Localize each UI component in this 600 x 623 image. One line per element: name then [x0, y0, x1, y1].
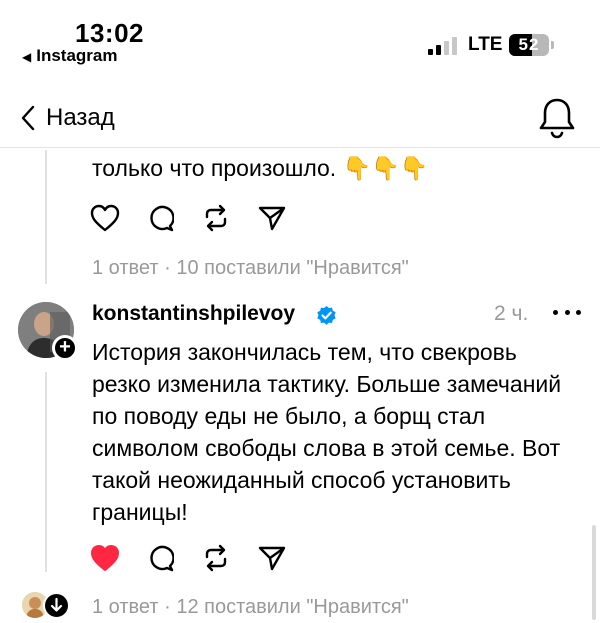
arrow-down-icon	[50, 597, 63, 612]
back-label: Назад	[46, 104, 115, 131]
thread-line-top	[45, 150, 47, 284]
scrollbar[interactable]	[592, 525, 596, 620]
repost-button[interactable]	[202, 200, 258, 236]
share-button[interactable]	[258, 200, 314, 236]
username-link[interactable]: konstantinshpilevoy	[92, 302, 295, 326]
follow-plus-button[interactable]: +	[52, 335, 78, 361]
reply-text: История закончилась тем, что свекровь ре…	[92, 336, 561, 528]
status-bar: 13:02 ◀ Instagram LTE 52	[0, 0, 600, 80]
like-button-active[interactable]	[90, 540, 146, 576]
reply-text-line: по поводу еды не было, а борщ стал	[92, 403, 486, 429]
expand-replies-button[interactable]	[43, 592, 70, 619]
repost-icon	[205, 544, 227, 572]
back-triangle-icon: ◀	[22, 50, 32, 64]
cellular-signal-icon	[428, 37, 458, 55]
network-type: LTE	[468, 34, 503, 55]
bell-icon[interactable]	[537, 96, 577, 140]
heart-icon	[90, 204, 120, 232]
back-to-app-link[interactable]: ◀ Instagram	[22, 46, 117, 66]
repost-icon	[205, 204, 227, 232]
comment-bubble-icon	[150, 205, 174, 232]
reply-text-line: резко изменила тактику. Больше замечаний	[92, 371, 562, 397]
chevron-left-icon	[21, 105, 35, 131]
verified-badge-icon	[317, 305, 336, 325]
send-icon	[258, 206, 286, 231]
post-time: 2 ч.	[494, 302, 529, 325]
battery-tip	[551, 41, 554, 49]
battery-level: 52	[518, 35, 540, 54]
status-time: 13:02	[75, 18, 144, 48]
battery-icon: 52	[509, 34, 549, 56]
more-dots-icon[interactable]	[553, 300, 581, 324]
back-button[interactable]: Назад	[20, 98, 115, 138]
previous-post-text: только что произошло. 👇👇👇	[92, 155, 429, 181]
heart-icon	[91, 545, 119, 571]
reply-text-line: символом свободы слова в этой семье. Вот	[92, 435, 561, 461]
repost-button[interactable]	[202, 540, 258, 576]
comment-bubble-icon	[150, 545, 174, 572]
reply-text-line: История закончилась тем, что свекровь	[92, 339, 517, 365]
like-button[interactable]	[90, 200, 146, 236]
reply-actions	[90, 540, 314, 576]
navigation-bar: Назад	[0, 88, 600, 148]
previous-post-meta[interactable]: 1 ответ · 10 поставили "Нравится"	[92, 257, 409, 280]
comment-button[interactable]	[146, 200, 202, 236]
send-icon	[258, 546, 286, 571]
reply-text-line: такой неожиданный способ установить	[92, 467, 511, 493]
thread-line-reply	[45, 372, 47, 572]
previous-post-actions	[90, 200, 314, 236]
share-button[interactable]	[258, 540, 314, 576]
comment-button[interactable]	[146, 540, 202, 576]
back-app-label: Instagram	[36, 46, 118, 65]
reply-text-line: границы!	[92, 499, 188, 525]
reply-meta[interactable]: 1 ответ · 12 поставили "Нравится"	[92, 596, 409, 619]
